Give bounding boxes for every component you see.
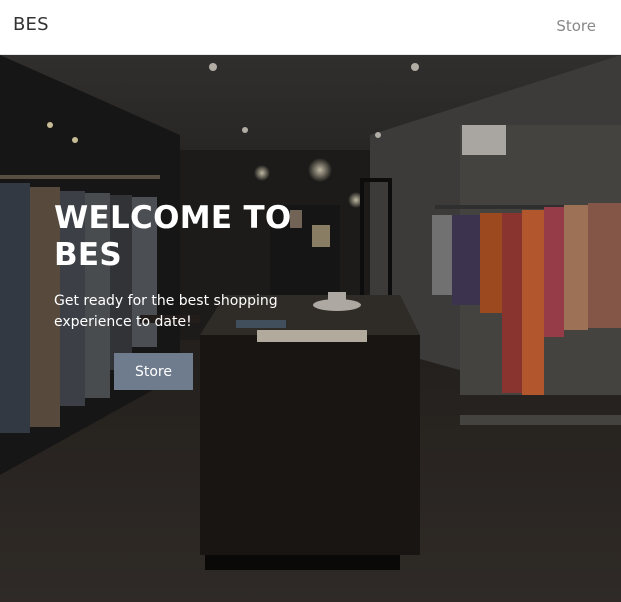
hero-title: WELCOME TO BES [54,200,292,273]
nav-link-store[interactable]: Store [556,17,596,35]
hero-subtitle: Get ready for the best shopping experien… [54,293,278,330]
hero-store-button[interactable]: Store [114,353,193,390]
hero-section: WELCOME TO BES Get ready for the best sh… [0,55,621,602]
brand-logo[interactable]: BES [13,14,49,35]
navbar: BES Store [0,0,621,55]
